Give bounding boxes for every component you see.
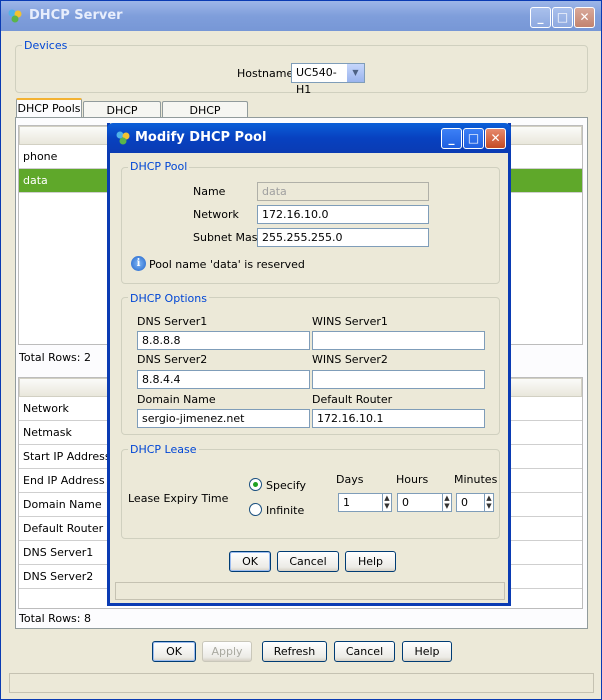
- status-bar: [9, 673, 594, 693]
- dialog-title-bar[interactable]: Modify DHCP Pool _ □ ✕: [107, 123, 511, 153]
- ok-button[interactable]: OK: [152, 641, 196, 662]
- close-button[interactable]: ✕: [574, 7, 595, 28]
- days-value: 1: [343, 496, 350, 509]
- wins2-label: WINS Server2: [312, 353, 388, 366]
- network-field[interactable]: 172.16.10.0: [257, 205, 429, 224]
- specify-radio[interactable]: [249, 478, 262, 491]
- dialog-title: Modify DHCP Pool: [135, 130, 267, 145]
- cancel-button[interactable]: Cancel: [334, 641, 395, 662]
- name-field[interactable]: data: [257, 182, 429, 201]
- infinite-label[interactable]: Infinite: [266, 504, 304, 517]
- pools-total-rows: Total Rows: 2: [19, 351, 91, 364]
- days-label: Days: [336, 473, 364, 486]
- network-label: Network: [193, 208, 239, 221]
- subnet-mask-label: Subnet Mask: [193, 231, 264, 244]
- app-icon: [7, 8, 23, 24]
- tab-dhcp-pools[interactable]: DHCP Pools: [16, 98, 82, 118]
- dialog-minimize-button[interactable]: _: [441, 128, 462, 149]
- wins2-field[interactable]: [312, 370, 485, 389]
- infinite-radio[interactable]: [249, 503, 262, 516]
- dns1-field[interactable]: 8.8.8.8: [137, 331, 310, 350]
- days-stepper-arrows[interactable]: ▲ ▼: [382, 494, 391, 511]
- wins1-label: WINS Server1: [312, 315, 388, 328]
- dialog-cancel-button[interactable]: Cancel: [277, 551, 339, 572]
- main-title-bar[interactable]: DHCP Server _ □ ✕: [1, 1, 601, 31]
- main-window-title: DHCP Server: [29, 8, 123, 23]
- info-icon: i: [131, 256, 146, 271]
- dialog-close-button[interactable]: ✕: [485, 128, 506, 149]
- dhcp-pool-legend: DHCP Pool: [128, 160, 190, 173]
- dialog-status-bar: [115, 582, 505, 600]
- dns2-label: DNS Server2: [137, 353, 208, 366]
- minutes-stepper[interactable]: 0 ▲ ▼: [456, 493, 494, 512]
- devices-legend: Devices: [22, 39, 70, 52]
- lease-expiry-label: Lease Expiry Time: [128, 492, 229, 505]
- help-button[interactable]: Help: [402, 641, 452, 662]
- minimize-button[interactable]: _: [530, 7, 551, 28]
- tab-dhcp-bindings[interactable]: DHCP Bindings: [83, 101, 161, 134]
- dialog-help-button[interactable]: Help: [345, 551, 396, 572]
- dns2-field[interactable]: 8.8.4.4: [137, 370, 310, 389]
- chevron-down-icon[interactable]: ▼: [347, 64, 364, 82]
- tab-dhcp-exclusions[interactable]: DHCP Exclusions: [162, 101, 248, 134]
- dns1-label: DNS Server1: [137, 315, 208, 328]
- default-router-field[interactable]: 172.16.10.1: [312, 409, 485, 428]
- refresh-button[interactable]: Refresh: [262, 641, 327, 662]
- default-router-label: Default Router: [312, 393, 393, 406]
- modify-pool-dialog: Modify DHCP Pool _ □ ✕ DHCP Pool Name da…: [107, 123, 511, 606]
- hours-label: Hours: [396, 473, 429, 486]
- apply-button[interactable]: Apply: [202, 641, 252, 662]
- minutes-label: Minutes: [454, 473, 498, 486]
- specify-label[interactable]: Specify: [266, 479, 306, 492]
- reserved-info-text: Pool name 'data' is reserved: [149, 258, 305, 271]
- details-total-rows: Total Rows: 8: [19, 612, 91, 625]
- dialog-ok-button[interactable]: OK: [229, 551, 271, 572]
- hours-stepper-arrows[interactable]: ▲ ▼: [442, 494, 451, 511]
- hostname-select[interactable]: UC540-H1 ▼: [291, 63, 365, 96]
- subnet-mask-field[interactable]: 255.255.255.0: [257, 228, 429, 247]
- dialog-app-icon: [115, 130, 131, 146]
- hours-value: 0: [402, 496, 409, 509]
- dhcp-options-legend: DHCP Options: [128, 292, 209, 305]
- domain-name-field[interactable]: sergio-jimenez.net: [137, 409, 310, 428]
- name-label: Name: [193, 185, 226, 198]
- dhcp-lease-legend: DHCP Lease: [128, 443, 199, 456]
- maximize-button[interactable]: □: [552, 7, 573, 28]
- domain-name-label: Domain Name: [137, 393, 216, 406]
- hours-stepper[interactable]: 0 ▲ ▼: [397, 493, 452, 512]
- hostname-label: Hostname:: [237, 67, 297, 80]
- minutes-stepper-arrows[interactable]: ▲ ▼: [484, 494, 493, 511]
- days-stepper[interactable]: 1 ▲ ▼: [338, 493, 392, 512]
- wins1-field[interactable]: [312, 331, 485, 350]
- dialog-maximize-button[interactable]: □: [463, 128, 484, 149]
- minutes-value: 0: [461, 496, 468, 509]
